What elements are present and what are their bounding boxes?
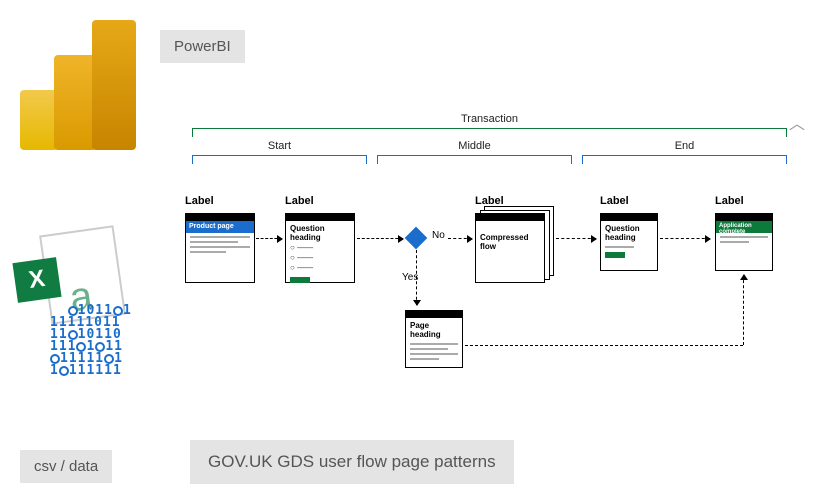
start-bracket: Start [192, 155, 367, 165]
end-bracket: End [582, 155, 787, 165]
collapse-chevron-icon[interactable]: ︿ [789, 110, 805, 134]
card-question-2: Label Question heading [600, 195, 658, 271]
decision-diamond-icon [405, 227, 428, 250]
connector [465, 345, 743, 346]
powerbi-icon [20, 20, 140, 150]
csv-data-tag: csv / data [20, 450, 112, 483]
decision-no-label: No [432, 230, 445, 241]
card-application-complete: Label Application complete [715, 195, 773, 271]
arrow [660, 238, 710, 239]
user-flow-diagram: ︿ Transaction Start Middle End Label Pro… [170, 100, 810, 420]
powerbi-tag: PowerBI [160, 30, 245, 63]
excel-data-icon: a 10111 11111011 1110110 111111 111111 1… [15, 230, 145, 390]
arrow [416, 250, 417, 305]
arrow [556, 238, 596, 239]
arrow [448, 238, 472, 239]
card-product-page: Label Product page [185, 195, 255, 283]
transaction-bracket: Transaction [192, 128, 787, 138]
gds-tag: GOV.UK GDS user flow page patterns [190, 440, 514, 484]
middle-bracket: Middle [377, 155, 572, 165]
card-compressed-flow: Label Compressed flow [475, 195, 545, 283]
arrow [743, 275, 744, 345]
arrow [256, 238, 282, 239]
card-question-1: Label Question heading —————— [285, 195, 355, 283]
card-page-heading: Page heading [405, 310, 463, 368]
arrow [357, 238, 403, 239]
